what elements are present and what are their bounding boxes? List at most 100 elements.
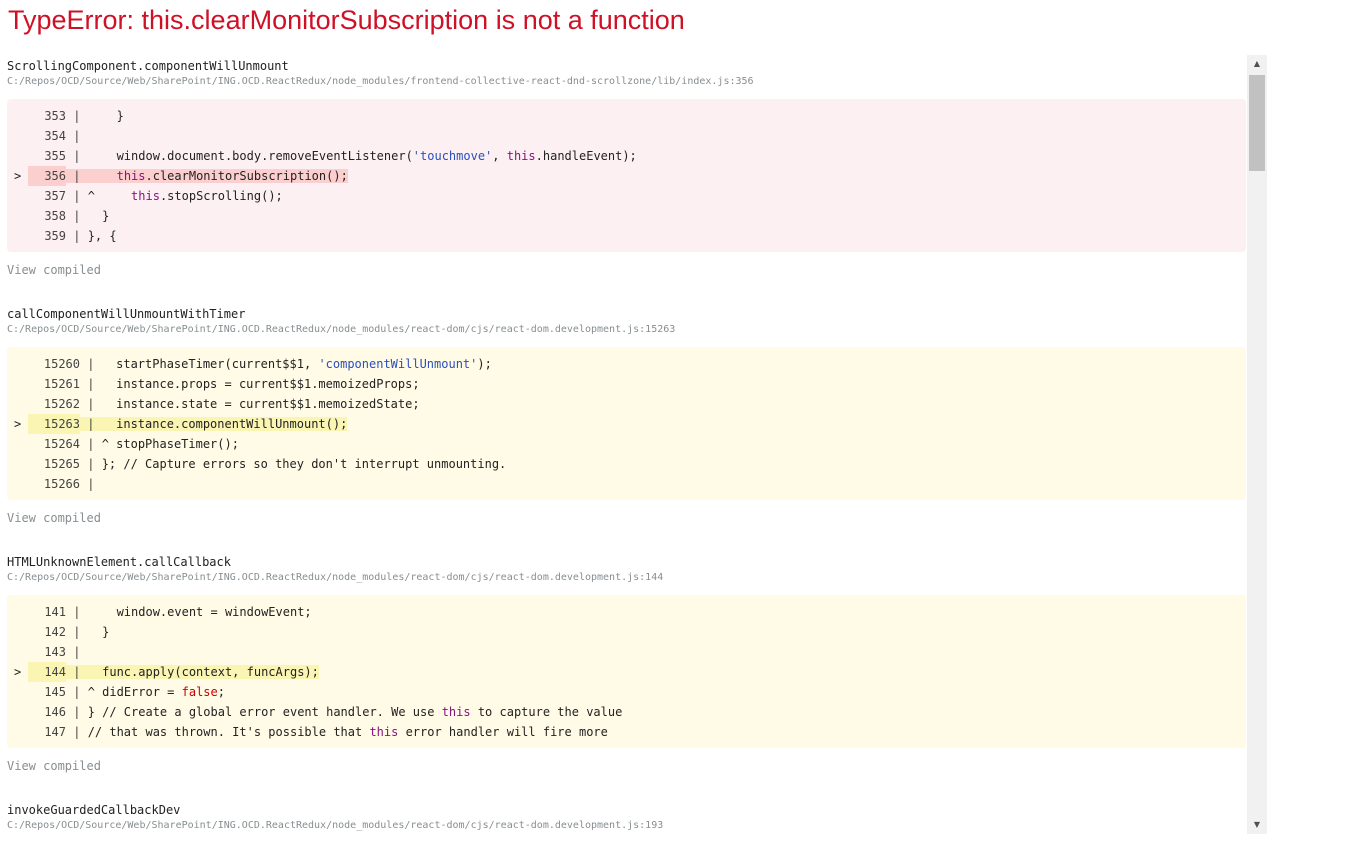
line-number: 15261 (43, 377, 80, 391)
line-separator: | (66, 705, 88, 719)
line-number: 354 (44, 129, 66, 143)
line-number: 357 (44, 189, 66, 203)
stack-frame: HTMLUnknownElement.callCallback C:/Repos/… (7, 555, 1246, 773)
frame-file-path: C:/Repos/OCD/Source/Web/SharePoint/ING.O… (7, 76, 754, 87)
error-title: TypeError: this.clearMonitorSubscription… (8, 5, 685, 35)
vertical-scrollbar[interactable]: ▲ ▼ (1247, 55, 1267, 834)
line-code: startPhaseTimer(current$$1, 'componentWi… (101, 357, 492, 371)
current-line-marker: > (14, 169, 22, 183)
line-number: 356 (28, 166, 66, 186)
line-separator: | (66, 665, 88, 679)
frame-file-path: C:/Repos/OCD/Source/Web/SharePoint/ING.O… (7, 324, 676, 335)
code-line: 142 | } (7, 622, 1246, 642)
frame-file-path: C:/Repos/OCD/Source/Web/SharePoint/ING.O… (7, 820, 664, 831)
code-line: 15264 | ^ stopPhaseTimer(); (7, 434, 1246, 454)
code-line: 146 | } // Create a global error event h… (7, 702, 1246, 722)
code-line: 355 | window.document.body.removeEventLi… (7, 146, 1246, 166)
frame-function-name: invokeGuardedCallbackDev (7, 803, 181, 817)
line-number: 147 (44, 725, 66, 739)
current-line-marker: > (14, 417, 22, 431)
caret-marker: ^ (87, 685, 103, 699)
scroll-down-arrow-icon[interactable]: ▼ (1247, 816, 1267, 834)
frame-file-path: C:/Repos/OCD/Source/Web/SharePoint/ING.O… (7, 572, 664, 583)
stack-frame: invokeGuardedCallbackDev C:/Repos/OCD/Sou… (7, 803, 1246, 832)
line-code: instance.state = current$$1.memoizedStat… (101, 397, 420, 411)
line-separator: | (80, 357, 102, 371)
line-code: func.apply(context, funcArgs); (87, 665, 319, 679)
line-code: } // Create a global error event handler… (87, 705, 623, 719)
line-number: 15263 (28, 414, 80, 434)
line-separator: | (80, 397, 102, 411)
line-separator: | (66, 189, 88, 203)
current-line-marker: > (14, 665, 22, 679)
line-code: stopPhaseTimer(); (116, 437, 239, 451)
stack-frame: callComponentWillUnmountWithTimer C:/Repo… (7, 307, 1246, 525)
line-separator: | (66, 229, 88, 243)
line-number: 143 (44, 645, 66, 659)
line-number: 15266 (43, 477, 80, 491)
line-number: 142 (44, 625, 66, 639)
line-code: } (87, 109, 124, 123)
code-line: 147 | // that was thrown. It's possible … (7, 722, 1246, 742)
code-line: 353 | } (7, 106, 1246, 126)
code-snippet: 141 | window.event = windowEvent; 142 | }… (7, 595, 1246, 748)
line-code: } (87, 209, 110, 223)
code-snippet: 15260 | startPhaseTimer(current$$1, 'com… (7, 347, 1246, 500)
caret-marker: ^ (101, 437, 117, 451)
line-code: // that was thrown. It's possible that t… (87, 725, 608, 739)
stack-trace-panel: ScrollingComponent.componentWillUnmount C… (7, 55, 1267, 834)
line-number: 358 (44, 209, 66, 223)
line-code: this.clearMonitorSubscription(); (87, 169, 348, 183)
view-compiled-link[interactable]: View compiled (7, 511, 1246, 525)
line-number: 141 (44, 605, 66, 619)
line-separator: | (80, 417, 102, 431)
code-line: 15266 | (7, 474, 1246, 494)
line-separator: | (66, 645, 88, 659)
line-separator: | (66, 169, 88, 183)
line-separator: | (66, 129, 88, 143)
line-number: 353 (44, 109, 66, 123)
code-line: >144 | func.apply(context, funcArgs); (7, 662, 1246, 682)
view-compiled-link[interactable]: View compiled (7, 759, 1246, 773)
line-separator: | (66, 109, 88, 123)
line-separator: | (66, 209, 88, 223)
line-separator: | (66, 685, 88, 699)
view-compiled-link[interactable]: View compiled (7, 263, 1246, 277)
line-number: 145 (44, 685, 66, 699)
line-code: window.document.body.removeEventListener… (87, 149, 637, 163)
stack-trace-scroll-area[interactable]: ScrollingComponent.componentWillUnmount C… (7, 55, 1246, 834)
line-number: 359 (44, 229, 66, 243)
line-number: 15260 (43, 357, 80, 371)
line-code: this.stopScrolling(); (131, 189, 283, 203)
line-code: }; // Capture errors so they don't inter… (101, 457, 507, 471)
frame-function-name: HTMLUnknownElement.callCallback (7, 555, 231, 569)
line-code: }, { (87, 229, 117, 243)
line-number: 355 (44, 149, 66, 163)
line-number: 144 (28, 662, 66, 682)
code-line: >356 | this.clearMonitorSubscription(); (7, 166, 1246, 186)
code-line: 15265 | }; // Capture errors so they don… (7, 454, 1246, 474)
line-number: 15264 (43, 437, 80, 451)
code-line: 141 | window.event = windowEvent; (7, 602, 1246, 622)
code-line: 357 | ^ this.stopScrolling(); (7, 186, 1246, 206)
code-line: 143 | (7, 642, 1246, 662)
code-line: 145 | ^ didError = false; (7, 682, 1246, 702)
code-line: 15260 | startPhaseTimer(current$$1, 'com… (7, 354, 1246, 374)
line-number: 15262 (43, 397, 80, 411)
line-code: window.event = windowEvent; (87, 605, 312, 619)
scrollbar-thumb[interactable] (1249, 75, 1265, 171)
line-separator: | (80, 437, 102, 451)
code-line: 354 | (7, 126, 1246, 146)
line-number: 146 (44, 705, 66, 719)
code-line: >15263 | instance.componentWillUnmount()… (7, 414, 1246, 434)
code-line: 15262 | instance.state = current$$1.memo… (7, 394, 1246, 414)
code-line: 358 | } (7, 206, 1246, 226)
line-code: didError = false; (102, 685, 225, 699)
line-separator: | (66, 625, 88, 639)
frame-function-name: callComponentWillUnmountWithTimer (7, 307, 246, 321)
code-snippet: 353 | } 354 | 355 | window.document.body.… (7, 99, 1246, 252)
code-line: 15261 | instance.props = current$$1.memo… (7, 374, 1246, 394)
scroll-up-arrow-icon[interactable]: ▲ (1247, 55, 1267, 73)
line-separator: | (80, 457, 102, 471)
frame-function-name: ScrollingComponent.componentWillUnmount (7, 59, 289, 73)
